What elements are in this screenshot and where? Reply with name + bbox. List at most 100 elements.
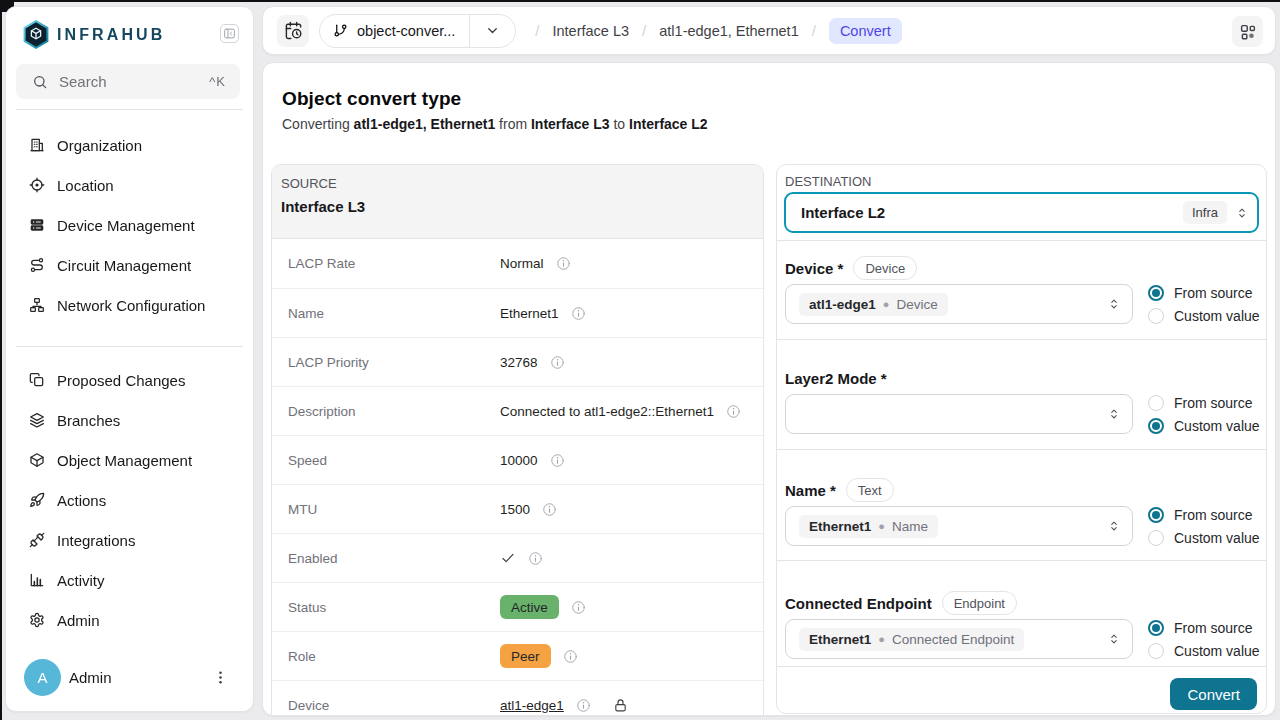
layers-icon <box>29 412 46 429</box>
destination-field-name: Name *TextEthernet1●NameFrom sourceCusto… <box>777 449 1266 560</box>
source-row-enabled: Enabled <box>272 533 763 582</box>
subtitle-text: from <box>495 116 531 132</box>
source-row-mtu: MTU1500 <box>272 484 763 533</box>
selected-value-chip: Ethernet1●Connected Endpoint <box>799 628 1024 651</box>
apps-menu-button[interactable] <box>1232 16 1263 47</box>
destination-type-select[interactable]: Interface L2 Infra <box>784 192 1259 233</box>
field-label: Layer2 Mode * <box>785 370 887 387</box>
radio-option[interactable]: From source <box>1148 395 1273 411</box>
sidebar-item-proposed-changes[interactable]: Proposed Changes <box>6 360 253 400</box>
field-select[interactable]: Ethernet1●Connected Endpoint <box>785 619 1133 659</box>
sidebar-item-organization[interactable]: Organization <box>6 125 253 165</box>
info-icon[interactable] <box>571 306 586 321</box>
branch-selector[interactable]: object-conver... <box>319 14 516 48</box>
git-branch-icon <box>333 23 348 38</box>
search-input[interactable]: Search ^K <box>16 64 240 99</box>
info-icon[interactable] <box>563 649 578 664</box>
radio-from-source[interactable] <box>1148 620 1164 636</box>
radio-option[interactable]: Custom value <box>1148 418 1273 434</box>
user-menu[interactable]: A Admin <box>6 649 253 705</box>
kebab-menu-icon[interactable] <box>212 669 229 686</box>
related-object-link[interactable]: atl1-edge1 <box>500 698 564 713</box>
subtitle-emphasis: Interface L3 <box>531 116 610 132</box>
field-select[interactable]: Ethernet1●Name <box>785 506 1133 546</box>
field-label: Device * <box>785 260 843 277</box>
time-travel-calendar-button[interactable] <box>277 15 309 47</box>
radio-custom-value[interactable] <box>1148 643 1164 659</box>
destination-field-connected-endpoint: Connected EndpointEndpointEthernet1●Conn… <box>777 560 1266 666</box>
subtitle-text: Converting <box>282 116 354 132</box>
subtitle-text: to <box>610 116 629 132</box>
radio-custom-value[interactable] <box>1148 418 1164 434</box>
info-icon[interactable] <box>726 404 741 419</box>
branch-current[interactable]: object-conver... <box>320 15 469 47</box>
radio-option[interactable]: Custom value <box>1148 308 1273 324</box>
breadcrumb-item[interactable]: atl1-edge1, Ethernet1 <box>659 23 798 39</box>
sidebar-item-integrations[interactable]: Integrations <box>6 520 253 560</box>
attribute-label: Device <box>288 698 500 713</box>
destination-type-namespace-badge: Infra <box>1183 201 1227 224</box>
info-icon[interactable] <box>576 698 591 713</box>
info-icon[interactable] <box>550 453 565 468</box>
status-badge: Peer <box>500 644 551 668</box>
sidebar-item-activity[interactable]: Activity <box>6 560 253 600</box>
radio-custom-value[interactable] <box>1148 530 1164 546</box>
sidebar-item-admin[interactable]: Admin <box>6 600 253 640</box>
info-icon[interactable] <box>550 355 565 370</box>
convert-button[interactable]: Convert <box>1170 678 1257 710</box>
status-badge: Active <box>500 595 559 619</box>
breadcrumb-item[interactable]: Interface L3 <box>553 23 630 39</box>
window-frame-top <box>0 0 1280 2</box>
chevrons-up-down-icon <box>1107 297 1121 311</box>
radio-from-source[interactable] <box>1148 395 1164 411</box>
field-kind-badge: Device <box>853 256 917 280</box>
sidebar-item-device-management[interactable]: Device Management <box>6 205 253 245</box>
radio-from-source[interactable] <box>1148 285 1164 301</box>
attribute-value: Connected to atl1-edge2::Ethernet1 <box>500 404 714 419</box>
branch-dropdown-toggle[interactable] <box>469 15 515 47</box>
source-row-lacp-priority: LACP Priority32768 <box>272 337 763 386</box>
route-icon <box>29 257 46 274</box>
sidebar-collapse-button[interactable] <box>220 24 239 43</box>
info-icon[interactable] <box>528 551 543 566</box>
radio-option[interactable]: Custom value <box>1148 530 1273 546</box>
field-select[interactable] <box>785 394 1133 434</box>
breadcrumb-item[interactable]: Convert <box>829 18 902 44</box>
hierarchy-icon <box>29 297 46 314</box>
chart-icon <box>29 572 46 589</box>
field-kind-badge: Endpoint <box>942 591 1017 615</box>
value-source-radio-group: From source Custom value <box>1148 394 1273 434</box>
sidebar-item-branches[interactable]: Branches <box>6 400 253 440</box>
field-select[interactable]: atl1-edge1●Device <box>785 284 1133 324</box>
radio-from-source[interactable] <box>1148 507 1164 523</box>
rocket-icon <box>29 492 46 509</box>
search-icon <box>32 74 48 90</box>
attribute-label: LACP Priority <box>288 355 500 370</box>
chevrons-up-down-icon <box>1107 519 1121 533</box>
search-placeholder: Search <box>59 73 107 90</box>
sidebar-item-circuit-management[interactable]: Circuit Management <box>6 245 253 285</box>
chevrons-up-down-icon <box>1107 407 1121 421</box>
radio-custom-value[interactable] <box>1148 308 1164 324</box>
avatar: A <box>24 659 61 696</box>
sidebar-item-actions[interactable]: Actions <box>6 480 253 520</box>
target-icon <box>29 177 46 194</box>
sidebar-item-object-management[interactable]: Object Management <box>6 440 253 480</box>
infrahub-logo-icon <box>22 20 50 49</box>
sidebar-item-network-configuration[interactable]: Network Configuration <box>6 285 253 325</box>
lock-icon <box>613 698 628 713</box>
radio-option[interactable]: Custom value <box>1148 643 1273 659</box>
info-icon[interactable] <box>556 256 571 271</box>
radio-option[interactable]: From source <box>1148 285 1273 301</box>
radio-option[interactable]: From source <box>1148 620 1273 636</box>
info-icon[interactable] <box>571 600 586 615</box>
attribute-value: 1500 <box>500 502 530 517</box>
sidebar-item-location[interactable]: Location <box>6 165 253 205</box>
radio-option[interactable]: From source <box>1148 507 1273 523</box>
dot-separator: ● <box>878 633 885 645</box>
attribute-value: 32768 <box>500 355 538 370</box>
info-icon[interactable] <box>542 502 557 517</box>
dot-separator: ● <box>883 298 890 310</box>
main-content: Object convert type Converting atl1-edge… <box>262 62 1276 716</box>
attribute-label: Status <box>288 600 500 615</box>
